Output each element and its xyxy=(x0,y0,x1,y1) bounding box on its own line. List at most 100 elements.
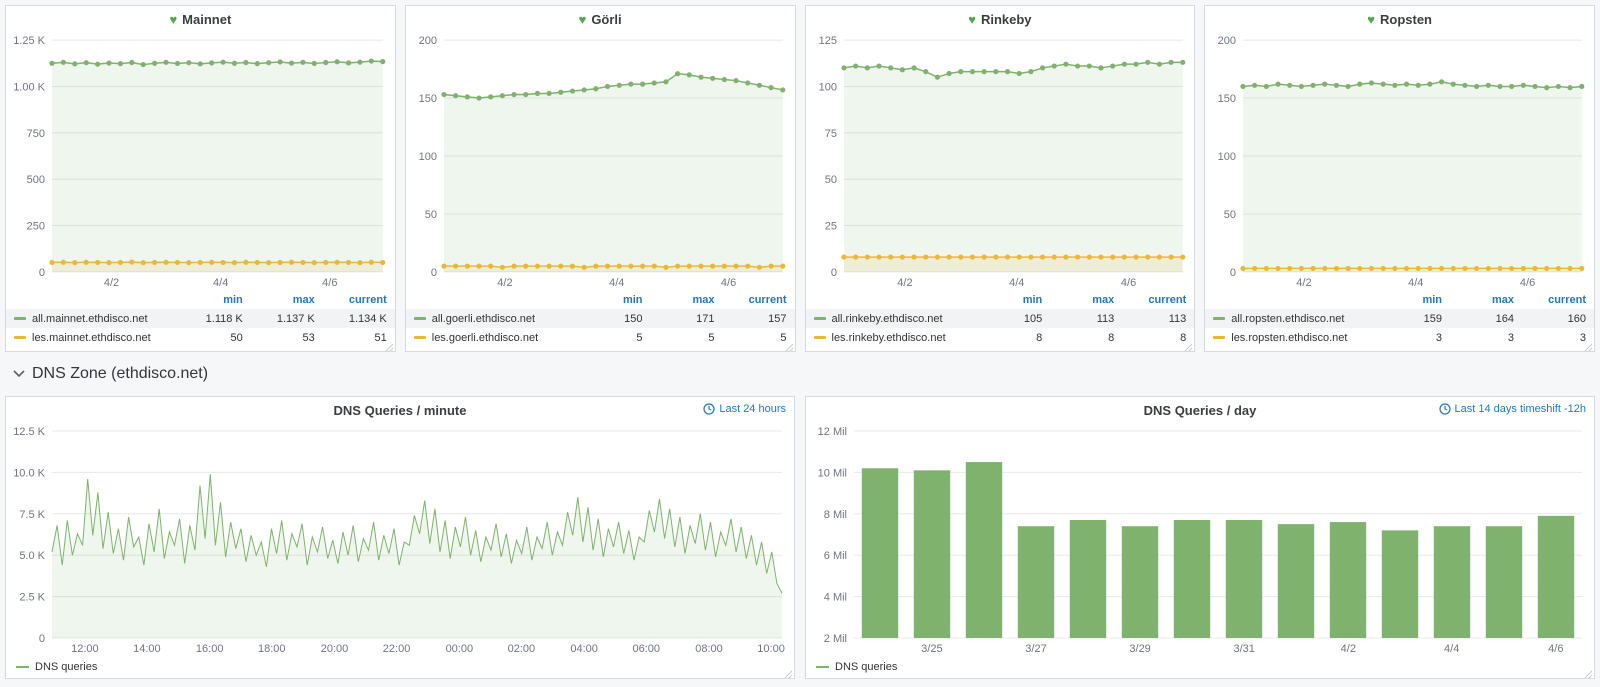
svg-text:50: 50 xyxy=(1224,209,1236,221)
legend-current: 160 xyxy=(1522,309,1594,328)
dns-day-legend[interactable]: DNS queries xyxy=(806,656,1594,678)
legend-header-min[interactable]: min xyxy=(579,290,651,309)
legend-row[interactable]: all.ropsten.ethdisco.net 159 164 160 xyxy=(1205,309,1594,328)
legend-max: 3 xyxy=(1450,328,1522,347)
resize-handle[interactable] xyxy=(1583,340,1593,350)
svg-text:5.0 K: 5.0 K xyxy=(19,550,45,562)
legend-row[interactable]: all.rinkeby.ethdisco.net 105 113 113 xyxy=(806,309,1195,328)
svg-text:100: 100 xyxy=(418,151,436,163)
ropsten-chart[interactable]: 0501001502004/24/44/6 xyxy=(1205,32,1594,290)
legend-header-current[interactable]: current xyxy=(723,290,795,309)
legend-row[interactable]: all.mainnet.ethdisco.net 1.118 K 1.137 K… xyxy=(6,309,395,328)
legend-row[interactable]: all.goerli.ethdisco.net 150 171 157 xyxy=(406,309,795,328)
panel-dns-queries-minute: DNS Queries / minute Last 24 hours 02.5 … xyxy=(5,396,795,679)
svg-text:14:00: 14:00 xyxy=(133,643,161,655)
rinkeby-chart[interactable]: 02550751001254/24/44/6 xyxy=(806,32,1195,290)
svg-text:3/29: 3/29 xyxy=(1129,643,1150,655)
svg-text:125: 125 xyxy=(818,35,836,47)
resize-handle[interactable] xyxy=(784,340,794,350)
time-range-link[interactable]: Last 24 hours xyxy=(703,403,786,415)
svg-text:4/2: 4/2 xyxy=(497,277,512,289)
resize-handle[interactable] xyxy=(1183,340,1193,350)
mainnet-legend: min max current all.mainnet.ethdisco.net… xyxy=(6,290,395,347)
resize-handle[interactable] xyxy=(1583,667,1593,677)
panel-title: Ropsten xyxy=(1380,12,1432,27)
series-swatch xyxy=(816,666,829,668)
legend-header-min[interactable]: min xyxy=(179,290,251,309)
series-name[interactable]: DNS queries xyxy=(35,661,97,673)
panel-title: Görli xyxy=(591,12,621,27)
legend-max: 171 xyxy=(651,309,723,328)
series-name[interactable]: all.goerli.ethdisco.net xyxy=(432,313,535,325)
svg-text:4/2: 4/2 xyxy=(1297,277,1312,289)
legend-header-max[interactable]: max xyxy=(1450,290,1522,309)
series-name[interactable]: les.goerli.ethdisco.net xyxy=(432,332,538,344)
legend-header-max[interactable]: max xyxy=(651,290,723,309)
legend-header-current[interactable]: current xyxy=(323,290,395,309)
panel-mainnet: ♥ Mainnet 02505007501.00 K1.25 K4/24/44/… xyxy=(5,5,396,352)
svg-text:3/25: 3/25 xyxy=(921,643,942,655)
dns-minute-legend[interactable]: DNS queries xyxy=(6,656,794,678)
clock-icon xyxy=(1439,403,1451,415)
panel-mainnet-header[interactable]: ♥ Mainnet xyxy=(6,6,395,32)
series-name[interactable]: all.mainnet.ethdisco.net xyxy=(32,313,148,325)
svg-text:08:00: 08:00 xyxy=(695,643,723,655)
legend-row[interactable]: les.ropsten.ethdisco.net 3 3 3 xyxy=(1205,328,1594,347)
legend-min: 3 xyxy=(1378,328,1450,347)
series-name[interactable]: all.rinkeby.ethdisco.net xyxy=(832,313,943,325)
panel-goerli-header[interactable]: ♥ Görli xyxy=(406,6,795,32)
panel-rinkeby-header[interactable]: ♥ Rinkeby xyxy=(806,6,1195,32)
legend-header-current[interactable]: current xyxy=(1122,290,1194,309)
series-name[interactable]: les.mainnet.ethdisco.net xyxy=(32,332,151,344)
dns-minute-chart[interactable]: 02.5 K5.0 K7.5 K10.0 K12.5 K12:0014:0016… xyxy=(6,423,794,656)
legend-row[interactable]: les.mainnet.ethdisco.net 50 53 51 xyxy=(6,328,395,347)
time-range-label: Last 24 hours xyxy=(719,403,786,415)
svg-text:250: 250 xyxy=(27,221,45,233)
series-name[interactable]: all.ropsten.ethdisco.net xyxy=(1231,313,1344,325)
legend-header-min[interactable]: min xyxy=(1378,290,1450,309)
svg-text:200: 200 xyxy=(1218,35,1236,47)
section-dns-zone[interactable]: DNS Zone (ethdisco.net) xyxy=(5,358,1595,390)
legend-header-empty xyxy=(406,290,579,309)
series-swatch xyxy=(814,317,826,320)
svg-text:06:00: 06:00 xyxy=(632,643,660,655)
svg-text:4/6: 4/6 xyxy=(1520,277,1535,289)
legend-header-empty xyxy=(1205,290,1378,309)
legend-row[interactable]: les.goerli.ethdisco.net 5 5 5 xyxy=(406,328,795,347)
resize-handle[interactable] xyxy=(384,340,394,350)
time-range-link[interactable]: Last 14 days timeshift -12h xyxy=(1439,403,1586,415)
dns-panels-row: DNS Queries / minute Last 24 hours 02.5 … xyxy=(5,396,1595,679)
svg-text:50: 50 xyxy=(425,209,437,221)
goerli-chart[interactable]: 0501001502004/24/44/6 xyxy=(406,32,795,290)
legend-min: 1.118 K xyxy=(179,309,251,328)
svg-text:4/6: 4/6 xyxy=(1120,277,1135,289)
legend-min: 159 xyxy=(1378,309,1450,328)
panel-dns-queries-day: DNS Queries / day Last 14 days timeshift… xyxy=(805,396,1595,679)
legend-header-max[interactable]: max xyxy=(251,290,323,309)
legend-header-max[interactable]: max xyxy=(1050,290,1122,309)
panel-ropsten-header[interactable]: ♥ Ropsten xyxy=(1205,6,1594,32)
series-name[interactable]: les.rinkeby.ethdisco.net xyxy=(832,332,946,344)
svg-text:22:00: 22:00 xyxy=(383,643,411,655)
svg-text:12.5 K: 12.5 K xyxy=(13,426,45,438)
goerli-legend: min max current all.goerli.ethdisco.net … xyxy=(406,290,795,347)
series-name[interactable]: les.ropsten.ethdisco.net xyxy=(1231,332,1347,344)
resize-handle[interactable] xyxy=(783,667,793,677)
svg-text:4/4: 4/4 xyxy=(1444,643,1459,655)
panel-dns-minute-header[interactable]: DNS Queries / minute xyxy=(6,397,794,423)
legend-header-empty xyxy=(806,290,979,309)
svg-text:02:00: 02:00 xyxy=(508,643,536,655)
svg-text:10 Mil: 10 Mil xyxy=(818,467,847,479)
mainnet-chart[interactable]: 02505007501.00 K1.25 K4/24/44/6 xyxy=(6,32,395,290)
svg-text:00:00: 00:00 xyxy=(446,643,474,655)
legend-header-current[interactable]: current xyxy=(1522,290,1594,309)
series-name[interactable]: DNS queries xyxy=(835,661,897,673)
svg-text:10.0 K: 10.0 K xyxy=(13,467,45,479)
section-title: DNS Zone (ethdisco.net) xyxy=(32,365,208,383)
legend-row[interactable]: les.rinkeby.ethdisco.net 8 8 8 xyxy=(806,328,1195,347)
legend-header-min[interactable]: min xyxy=(978,290,1050,309)
svg-text:4/4: 4/4 xyxy=(1408,277,1423,289)
svg-text:8 Mil: 8 Mil xyxy=(824,509,847,521)
grafana-dashboard: ♥ Mainnet 02505007501.00 K1.25 K4/24/44/… xyxy=(0,0,1600,687)
dns-day-chart[interactable]: 2 Mil4 Mil6 Mil8 Mil10 Mil12 Mil3/253/27… xyxy=(806,423,1594,656)
